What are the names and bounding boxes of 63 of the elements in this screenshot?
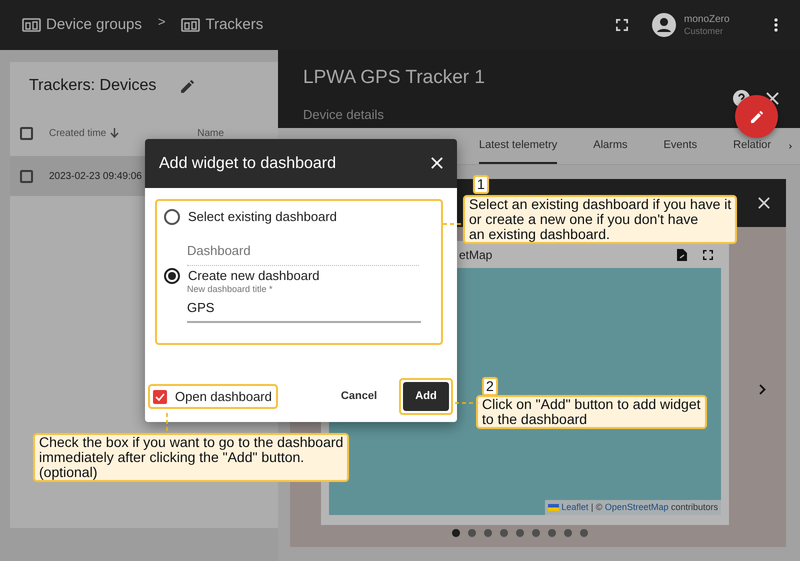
radio-button[interactable]	[164, 208, 180, 225]
attribution-link[interactable]: Leaflet	[561, 502, 588, 512]
fullscreen-icon[interactable]	[703, 250, 713, 260]
widget-title: etMap	[459, 246, 492, 264]
checkbox[interactable]	[153, 390, 167, 404]
radio-label: Select existing dashboard	[188, 208, 337, 226]
avatar-icon[interactable]	[652, 13, 676, 37]
edit-icon[interactable]	[180, 78, 196, 94]
close-icon[interactable]	[758, 197, 770, 209]
table-cell-text: 2023-02-23 09:49:06	[49, 170, 142, 184]
add-button[interactable]: Add	[403, 382, 449, 411]
tab[interactable]: Alarms	[593, 139, 628, 164]
cancel-button[interactable]: Cancel	[334, 387, 383, 406]
column-header[interactable]: Created time	[49, 126, 106, 140]
dashboard-field[interactable]: Dashboard	[187, 238, 419, 266]
breadcrumb-separator: >	[158, 13, 166, 32]
callout-text: Click on "Add" button to add widget to the dashboard	[476, 395, 707, 429]
leader-line	[443, 222, 463, 226]
callout-text: Select an existing dashboard if you have it or create a new one if you don't have an existing dashboard.	[463, 195, 738, 244]
chevron-right-icon[interactable]	[759, 384, 766, 394]
dialog-title: Add widget to dashboard	[159, 154, 336, 174]
checkbox[interactable]	[20, 126, 33, 140]
user-role: Customer	[684, 26, 724, 36]
fullscreen-button[interactable]	[616, 19, 628, 31]
page-dot[interactable]	[468, 529, 476, 537]
page-dot[interactable]	[500, 529, 508, 537]
card-title: Trackers: Devices	[29, 76, 156, 96]
page-dot[interactable]	[452, 529, 460, 537]
page-dot[interactable]	[484, 529, 492, 537]
page-dot[interactable]	[532, 529, 540, 537]
step-number: 1	[473, 175, 489, 194]
attribution-link[interactable]: OpenStreetMap	[604, 502, 668, 512]
leader-line	[165, 413, 169, 433]
page-dot[interactable]	[564, 529, 572, 537]
tab[interactable]: Latest telemetry	[479, 139, 558, 164]
panel-title: LPWA GPS Tracker 1	[303, 66, 485, 90]
tab[interactable]: Events	[664, 139, 698, 164]
field-label: New dashboard title *	[187, 282, 274, 296]
page-dot[interactable]	[516, 529, 524, 537]
map-attribution: Leaflet | © OpenStreetMap contributors	[544, 500, 721, 515]
export-icon[interactable]	[677, 248, 687, 260]
leader-line	[455, 401, 476, 405]
sort-arrow-icon	[110, 128, 120, 138]
page-dot[interactable]	[548, 529, 556, 537]
page-dot[interactable]	[580, 529, 588, 537]
user-name: monoZero	[684, 14, 731, 26]
title-field[interactable]: GPS	[187, 296, 421, 322]
device-group-icon	[181, 17, 202, 33]
more-icon[interactable]	[774, 18, 778, 32]
flag-icon	[548, 504, 559, 511]
device-group-icon	[22, 17, 42, 33]
edit-icon	[750, 110, 764, 124]
radio-label: Create new dashboard	[188, 267, 320, 285]
checkbox[interactable]	[20, 170, 33, 182]
callout-text: Check the box if you want to go to the dashboard immediately after clicking the "Add" button. (optional)	[33, 433, 350, 482]
panel-subtitle: Device details	[303, 106, 385, 124]
radio-button[interactable]	[164, 268, 180, 284]
tab[interactable]: Relatior	[733, 139, 772, 164]
breadcrumb-link[interactable]: Device groups	[22, 14, 142, 36]
checkbox-label: Open dashboard	[175, 388, 272, 406]
breadcrumb-link[interactable]: Trackers	[181, 14, 264, 36]
step-number: 2	[482, 377, 498, 396]
column-header[interactable]: Name	[197, 126, 224, 140]
